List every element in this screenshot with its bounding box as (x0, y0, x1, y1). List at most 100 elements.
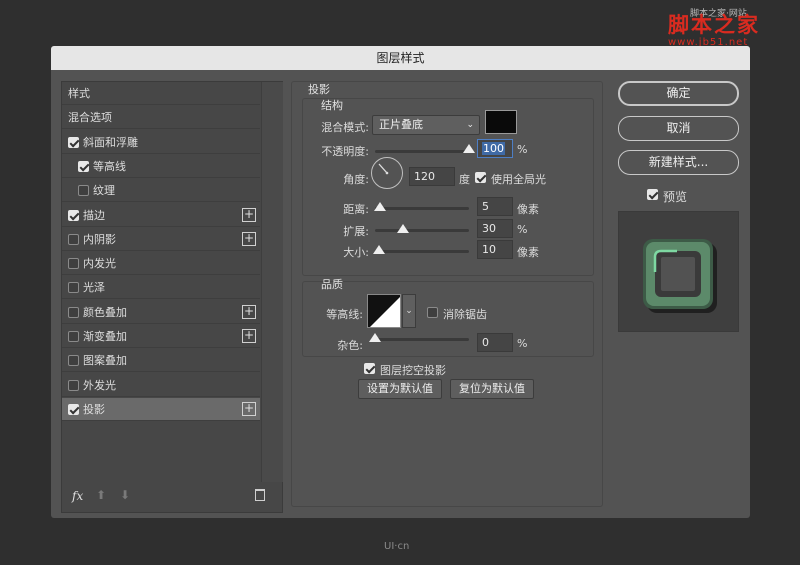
add-effect-icon[interactable]: + (242, 329, 256, 343)
sidebar-item-label: 图案叠加 (83, 354, 127, 367)
preview-label: 预览 (663, 190, 688, 204)
noise-input[interactable]: 0 (477, 333, 513, 352)
spread-input[interactable]: 30 (477, 219, 513, 238)
distance-slider-thumb[interactable] (373, 202, 386, 211)
sidebar-item[interactable]: 样式 (62, 82, 260, 105)
anti-alias-label: 消除锯齿 (443, 308, 487, 321)
sidebar-item-label: 外发光 (83, 379, 116, 392)
cancel-button[interactable]: 取消 (618, 116, 739, 141)
opacity-unit: % (517, 143, 528, 156)
noise-label: 杂色: (337, 339, 363, 352)
opacity-slider[interactable] (375, 150, 469, 153)
sidebar-item[interactable]: 内阴影 + (62, 228, 260, 251)
sidebar-item-checkbox[interactable] (68, 331, 79, 342)
sidebar-item[interactable]: 投影 + (62, 398, 260, 421)
style-list-footer: fx ⬆ ⬇ (62, 482, 282, 512)
sidebar-item[interactable]: 纹理 (62, 179, 260, 202)
size-slider-thumb[interactable] (372, 245, 385, 254)
size-slider[interactable] (375, 250, 469, 253)
sidebar-item-label: 等高线 (93, 160, 126, 173)
add-effect-icon[interactable]: + (242, 232, 256, 246)
angle-label: 角度: (343, 173, 369, 186)
add-effect-icon[interactable]: + (242, 208, 256, 222)
reset-default-button[interactable]: 复位为默认值 (450, 379, 534, 399)
noise-unit: % (517, 337, 528, 350)
sidebar-item-checkbox[interactable] (68, 355, 79, 366)
style-preview (618, 211, 739, 332)
knockout-checkbox[interactable] (364, 363, 375, 374)
noise-slider[interactable] (375, 338, 469, 341)
spread-slider-thumb[interactable] (397, 224, 410, 233)
sidebar-item-label: 渐变叠加 (83, 330, 127, 343)
new-style-button[interactable]: 新建样式... (618, 150, 739, 175)
sidebar-item-label: 光泽 (83, 281, 105, 294)
drop-shadow-panel: 投影 结构 混合模式: 正片叠底 ⌄ 不透明度: 100 % 角度: 120 度… (291, 81, 603, 507)
quality-title: 品质 (321, 278, 343, 291)
set-default-button[interactable]: 设置为默认值 (358, 379, 442, 399)
sidebar-item-checkbox[interactable] (68, 210, 79, 221)
distance-slider[interactable] (375, 207, 469, 210)
sidebar-item-checkbox[interactable] (68, 258, 79, 269)
chevron-down-icon: ⌄ (405, 306, 413, 316)
ok-button[interactable]: 确定 (618, 81, 739, 106)
sidebar-item-checkbox[interactable] (78, 161, 89, 172)
blend-mode-value: 正片叠底 (379, 118, 423, 131)
sidebar-item-checkbox[interactable] (68, 282, 79, 293)
footer-watermark: UI·cn (384, 541, 410, 552)
chevron-down-icon: ⌄ (466, 120, 474, 130)
arrow-down-icon[interactable]: ⬇ (120, 488, 130, 502)
contour-preview[interactable] (367, 294, 401, 328)
sidebar-item-checkbox[interactable] (68, 307, 79, 318)
sidebar-item-label: 投影 (83, 403, 105, 416)
distance-label: 距离: (343, 203, 369, 216)
global-light-label: 使用全局光 (491, 173, 546, 186)
angle-unit: 度 (459, 173, 470, 186)
size-label: 大小: (343, 246, 369, 259)
sidebar-item[interactable]: 渐变叠加 + (62, 325, 260, 348)
global-light-checkbox[interactable] (475, 172, 486, 183)
sidebar-item-checkbox[interactable] (68, 234, 79, 245)
trash-icon[interactable] (255, 489, 265, 501)
fx-menu-button[interactable]: fx (72, 489, 83, 503)
sidebar-item-checkbox[interactable] (68, 380, 79, 391)
layer-style-dialog: 图层样式 样式 混合选项 斜面和浮雕 等高线 纹理 描边 + 内阴影 + 内发光 光泽 颜色叠加 + 渐变… (51, 46, 750, 518)
angle-input[interactable]: 120 (409, 167, 455, 186)
sidebar-item-label: 描边 (83, 209, 105, 222)
preview-checkbox[interactable] (647, 189, 658, 200)
distance-input[interactable]: 5 (477, 197, 513, 216)
contour-dropdown[interactable]: ⌄ (402, 294, 416, 328)
blend-mode-select[interactable]: 正片叠底 ⌄ (372, 115, 480, 135)
sidebar-item-checkbox[interactable] (68, 404, 79, 415)
sidebar-item-label: 颜色叠加 (83, 306, 127, 319)
sidebar-item[interactable]: 内发光 (62, 252, 260, 275)
sidebar-item[interactable]: 颜色叠加 + (62, 301, 260, 324)
sidebar-item[interactable]: 光泽 (62, 276, 260, 299)
add-effect-icon[interactable]: + (242, 402, 256, 416)
quality-group: 品质 等高线: ⌄ 消除锯齿 杂色: 0 % (302, 278, 594, 357)
size-unit: 像素 (517, 246, 539, 259)
opacity-slider-thumb[interactable] (463, 144, 475, 153)
arrow-up-icon[interactable]: ⬆ (96, 488, 106, 502)
style-list: 样式 混合选项 斜面和浮雕等高线纹理描边 + 内阴影 + 内发光光泽颜色叠加 + 渐变叠加 + 图案… (61, 81, 283, 513)
add-effect-icon[interactable]: + (242, 305, 256, 319)
opacity-input[interactable]: 100 (477, 139, 513, 158)
sidebar-item[interactable]: 等高线 (62, 155, 260, 178)
sidebar-item[interactable]: 斜面和浮雕 (62, 131, 260, 154)
sidebar-item-checkbox[interactable] (78, 185, 89, 196)
spread-unit: % (517, 223, 528, 236)
noise-slider-thumb[interactable] (369, 333, 381, 342)
angle-dial-needle (378, 163, 389, 175)
sidebar-item[interactable]: 描边 + (62, 204, 260, 227)
sidebar-item[interactable]: 外发光 (62, 374, 260, 397)
sidebar-item[interactable]: 混合选项 (62, 106, 260, 129)
angle-dial[interactable] (371, 157, 403, 189)
sidebar-item[interactable]: 图案叠加 (62, 349, 260, 372)
spread-slider[interactable] (375, 229, 469, 232)
anti-alias-checkbox[interactable] (427, 307, 438, 318)
knockout-label: 图层挖空投影 (380, 364, 446, 377)
sidebar-item-checkbox[interactable] (68, 137, 79, 148)
shadow-color-swatch[interactable] (485, 110, 517, 134)
list-scrollbar[interactable] (261, 82, 283, 482)
size-input[interactable]: 10 (477, 240, 513, 259)
sidebar-item-label: 内阴影 (83, 233, 116, 246)
